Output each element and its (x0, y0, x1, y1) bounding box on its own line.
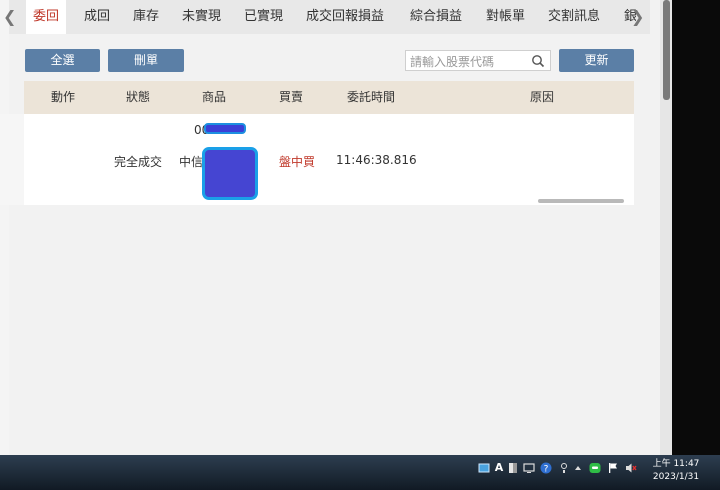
row-product-name: 中信 (179, 155, 204, 169)
select-all-button[interactable]: 全選 (25, 49, 100, 72)
tab-combined-pnl[interactable]: 綜合損益 (410, 0, 462, 34)
table-row[interactable]: 完全成交 00 中信 盤中買 11:46:38.816 (24, 114, 634, 205)
settings-small-icon[interactable] (558, 462, 570, 474)
help-icon[interactable]: ? (540, 462, 552, 474)
screen-edge (672, 0, 720, 455)
svg-text:?: ? (544, 465, 549, 475)
line-chat-icon[interactable] (589, 462, 601, 474)
column-header-reason: 原因 (530, 90, 555, 104)
tab-inventory[interactable]: 庫存 (133, 0, 159, 34)
row-gutter (0, 114, 24, 205)
column-header-order-time: 委託時間 (347, 90, 396, 104)
tab-pending-orders[interactable]: 委回 (26, 0, 67, 34)
tab-statement[interactable]: 對帳單 (486, 0, 525, 34)
action-center-flag-icon[interactable] (607, 462, 619, 474)
display-icon[interactable] (523, 462, 535, 474)
network-monitor-icon[interactable] (478, 462, 490, 474)
column-header-status: 狀態 (126, 90, 151, 104)
column-header-product: 商品 (202, 90, 227, 104)
clock-date: 2023/1/31 (652, 472, 700, 482)
row-order-time: 11:46:38.816 (336, 153, 417, 167)
stock-search-input[interactable] (410, 52, 528, 72)
redaction-mark-code (204, 123, 246, 134)
row-side: 盤中買 (279, 155, 316, 169)
page-right-margin (650, 0, 660, 455)
table-header: 動作 狀態 商品 買賣 委託時間 原因 (24, 81, 634, 114)
tab-filled-reports[interactable]: 成回 (84, 0, 110, 34)
redaction-mark-name (202, 147, 258, 200)
tab-fill-pnl[interactable]: 成交回報損益 (306, 0, 384, 34)
column-header-action: 動作 (51, 90, 76, 104)
row-status: 完全成交 (114, 155, 163, 169)
tab-scroll-right-icon[interactable]: ❯ (631, 0, 644, 34)
left-margin (0, 0, 9, 455)
vertical-scrollbar-thumb[interactable] (663, 0, 670, 100)
taskbar-clock[interactable]: 上午 11:47 2023/1/31 (646, 458, 706, 484)
clock-time: 上午 11:47 (652, 459, 700, 469)
delete-order-button[interactable]: 刪單 (108, 49, 184, 72)
search-icon[interactable] (531, 54, 545, 68)
stock-search-box (405, 50, 551, 72)
tab-settlement[interactable]: 交割訊息 (548, 0, 600, 34)
tab-unrealized[interactable]: 未實現 (182, 0, 221, 34)
page-background (9, 0, 650, 455)
column-header-side: 買賣 (279, 90, 304, 104)
ime-indicator-icon[interactable]: A (493, 462, 505, 474)
volume-muted-icon[interactable] (625, 462, 637, 474)
tab-realized[interactable]: 已實現 (244, 0, 283, 34)
chevron-up-icon[interactable] (572, 462, 584, 474)
refresh-button[interactable]: 更新 (559, 49, 634, 72)
tab-scroll-left-icon[interactable]: ❮ (3, 0, 16, 34)
window-icon[interactable] (507, 462, 519, 474)
table-horizontal-scrollbar[interactable] (538, 199, 624, 203)
